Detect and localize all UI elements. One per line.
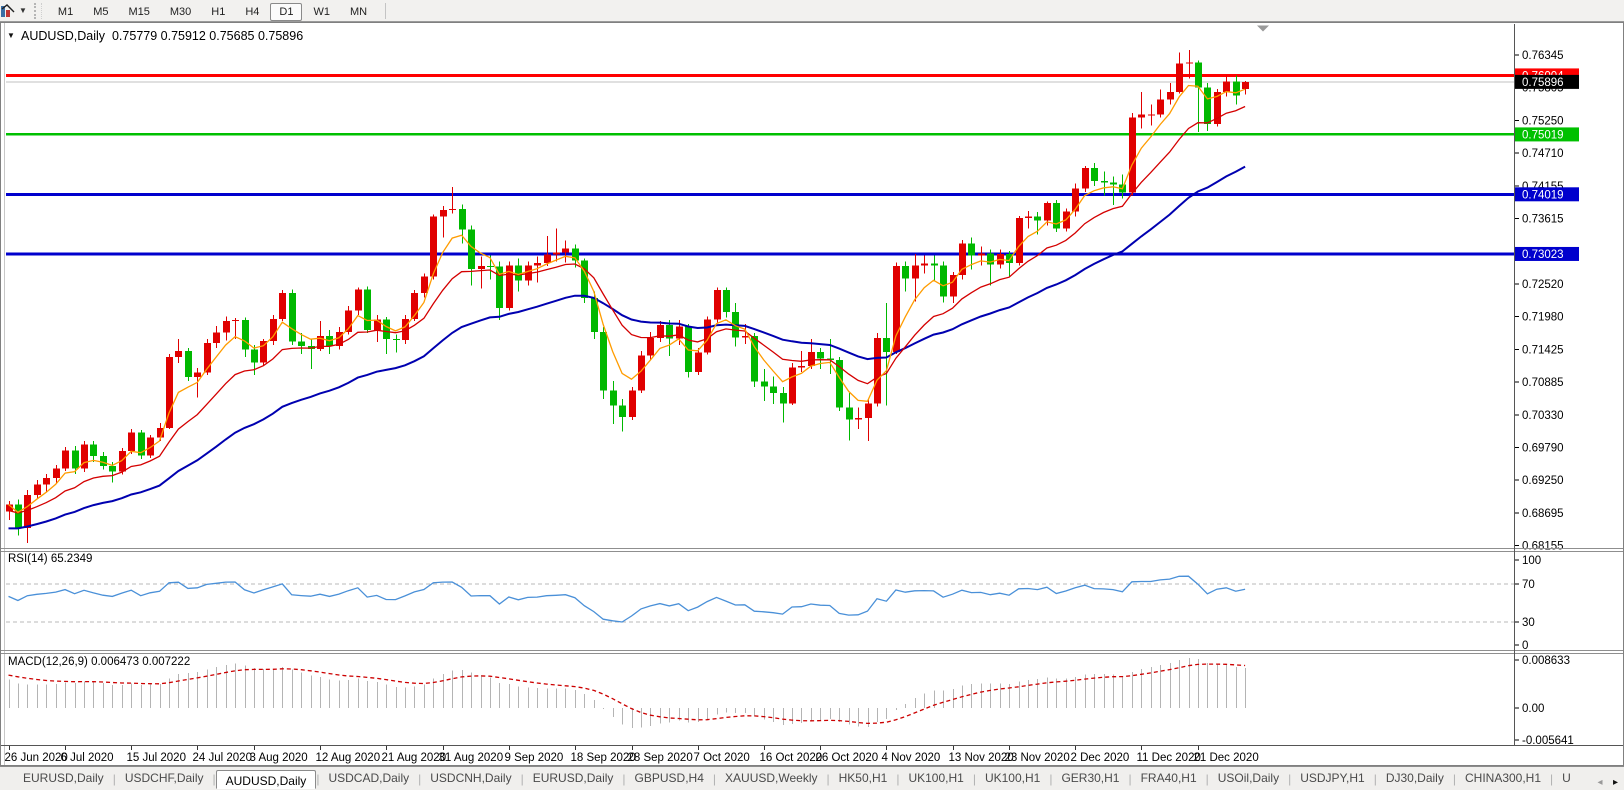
- timeframe-button-h1[interactable]: H1: [202, 3, 234, 21]
- tab-scroll-left-icon[interactable]: ◂: [1597, 777, 1602, 788]
- svg-text:7 Oct 2020: 7 Oct 2020: [694, 752, 750, 764]
- timeframe-button-w1[interactable]: W1: [304, 3, 339, 21]
- svg-text:12 Aug 2020: 12 Aug 2020: [316, 752, 381, 764]
- svg-text:0.75250: 0.75250: [1522, 116, 1564, 128]
- svg-text:0.68695: 0.68695: [1522, 508, 1564, 520]
- chart-tab-fra40-h1[interactable]: FRA40,H1: [1132, 768, 1206, 789]
- timeframe-button-mn[interactable]: MN: [341, 3, 376, 21]
- svg-text:0.70330: 0.70330: [1522, 410, 1564, 422]
- svg-text:3 Aug 2020: 3 Aug 2020: [250, 752, 308, 764]
- svg-text:2 Dec 2020: 2 Dec 2020: [1071, 752, 1130, 764]
- chart-tab-eurusd-daily[interactable]: EURUSD,Daily: [14, 768, 113, 789]
- svg-text:0.70885: 0.70885: [1522, 377, 1564, 389]
- timeframe-button-d1[interactable]: D1: [270, 3, 302, 21]
- svg-text:11 Dec 2020: 11 Dec 2020: [1137, 752, 1201, 764]
- svg-text:21 Dec 2020: 21 Dec 2020: [1194, 752, 1259, 764]
- tab-scroll-right-icon[interactable]: ▸: [1613, 777, 1618, 788]
- chart-tab-ger30-h1[interactable]: GER30,H1: [1052, 768, 1128, 789]
- price-chart-svg: 0.763450.758050.752500.747100.741550.736…: [0, 22, 1624, 766]
- chart-tab-eurusd-daily[interactable]: EURUSD,Daily: [524, 768, 623, 789]
- chart-tab-usdchf-daily[interactable]: USDCHF,Daily: [116, 768, 213, 789]
- timeframe-button-m1[interactable]: M1: [49, 3, 82, 21]
- svg-text:0.008633: 0.008633: [1522, 655, 1570, 667]
- svg-text:23 Nov 2020: 23 Nov 2020: [1005, 752, 1070, 764]
- chart-profile-button[interactable]: ▼: [0, 3, 30, 18]
- svg-text:0.71980: 0.71980: [1522, 311, 1564, 323]
- svg-text:26 Oct 2020: 26 Oct 2020: [816, 752, 879, 764]
- svg-text:100: 100: [1522, 555, 1541, 567]
- chart-tab-audusd-daily[interactable]: AUDUSD,Daily: [216, 770, 317, 789]
- timeframe-button-m5[interactable]: M5: [84, 3, 117, 21]
- chart-tab-dj30-daily[interactable]: DJ30,Daily: [1377, 768, 1453, 789]
- chevron-down-icon[interactable]: ▼: [19, 6, 27, 15]
- toolbar-separator: [385, 3, 386, 19]
- timeframe-button-m15[interactable]: M15: [119, 3, 158, 21]
- svg-text:70: 70: [1522, 579, 1535, 591]
- chart-tab-hk50-h1[interactable]: HK50,H1: [830, 768, 897, 789]
- svg-text:0.74019: 0.74019: [1522, 189, 1564, 201]
- chart-tab-gbpusd-h4[interactable]: GBPUSD,H4: [626, 768, 713, 789]
- svg-text:0.71425: 0.71425: [1522, 345, 1564, 357]
- svg-text:6 Jul 2020: 6 Jul 2020: [61, 752, 114, 764]
- svg-text:21 Aug 2020: 21 Aug 2020: [382, 752, 447, 764]
- svg-text:15 Jul 2020: 15 Jul 2020: [127, 752, 186, 764]
- timeframe-toolbar: ▼ M1M5M15M30H1H4D1W1MN: [0, 0, 1624, 22]
- chart-tab-usoil-daily[interactable]: USOil,Daily: [1209, 768, 1288, 789]
- svg-text:30: 30: [1522, 617, 1535, 629]
- toolbar-grip[interactable]: [34, 3, 42, 19]
- svg-text:0.68155: 0.68155: [1522, 540, 1564, 552]
- svg-text:31 Aug 2020: 31 Aug 2020: [439, 752, 504, 764]
- chart-tabs: EURUSD,Daily|USDCHF,Daily|AUDUSD,Daily|U…: [14, 768, 1580, 789]
- chart-tab-usdcnh-daily[interactable]: USDCNH,Daily: [421, 768, 520, 789]
- chart-tab-bar: EURUSD,Daily|USDCHF,Daily|AUDUSD,Daily|U…: [0, 766, 1624, 790]
- chart-tab-usdjpy-h1[interactable]: USDJPY,H1: [1291, 768, 1373, 789]
- svg-text:0.75019: 0.75019: [1522, 129, 1564, 141]
- tab-scroll-arrows: ◂ ▸: [1590, 772, 1621, 790]
- timeframe-button-h4[interactable]: H4: [236, 3, 268, 21]
- chart-tab-uk100-h1[interactable]: UK100,H1: [899, 768, 972, 789]
- svg-text:0.72520: 0.72520: [1522, 279, 1564, 291]
- svg-text:0.73023: 0.73023: [1522, 249, 1564, 261]
- svg-text:0.75896: 0.75896: [1522, 77, 1564, 89]
- svg-text:26 Jun 2020: 26 Jun 2020: [5, 752, 68, 764]
- timeframe-buttons: M1M5M15M30H1H4D1W1MN: [48, 2, 377, 20]
- chart-tab-uk100-h1[interactable]: UK100,H1: [976, 768, 1049, 789]
- svg-text:18 Sep 2020: 18 Sep 2020: [571, 752, 636, 764]
- mt4-window: { "toolbar": { "caret_icon": "▼", "timef…: [0, 0, 1624, 790]
- svg-text:0: 0: [1522, 640, 1528, 652]
- timeframe-button-m30[interactable]: M30: [161, 3, 200, 21]
- svg-text:0.00: 0.00: [1522, 703, 1544, 715]
- svg-text:16 Oct 2020: 16 Oct 2020: [760, 752, 823, 764]
- svg-text:0.74710: 0.74710: [1522, 148, 1564, 160]
- chart-tab-xauusd-weekly[interactable]: XAUUSD,Weekly: [716, 768, 826, 789]
- chart-tab-usdcad-daily[interactable]: USDCAD,Daily: [319, 768, 418, 789]
- svg-text:0.76345: 0.76345: [1522, 50, 1564, 62]
- svg-text:24 Jul 2020: 24 Jul 2020: [193, 752, 252, 764]
- svg-text:0.69790: 0.69790: [1522, 443, 1564, 455]
- chart-tab-china300-h1[interactable]: CHINA300,H1: [1456, 768, 1550, 789]
- svg-text:28 Sep 2020: 28 Sep 2020: [628, 752, 693, 764]
- svg-text:0.73615: 0.73615: [1522, 213, 1564, 225]
- chart-icon: [1, 3, 16, 18]
- svg-text:4 Nov 2020: 4 Nov 2020: [882, 752, 941, 764]
- chart-window: 0.763450.758050.752500.747100.741550.736…: [0, 22, 1624, 766]
- svg-text:0.69250: 0.69250: [1522, 475, 1564, 487]
- svg-text:9 Sep 2020: 9 Sep 2020: [505, 752, 564, 764]
- chart-tab-u[interactable]: U: [1553, 768, 1580, 789]
